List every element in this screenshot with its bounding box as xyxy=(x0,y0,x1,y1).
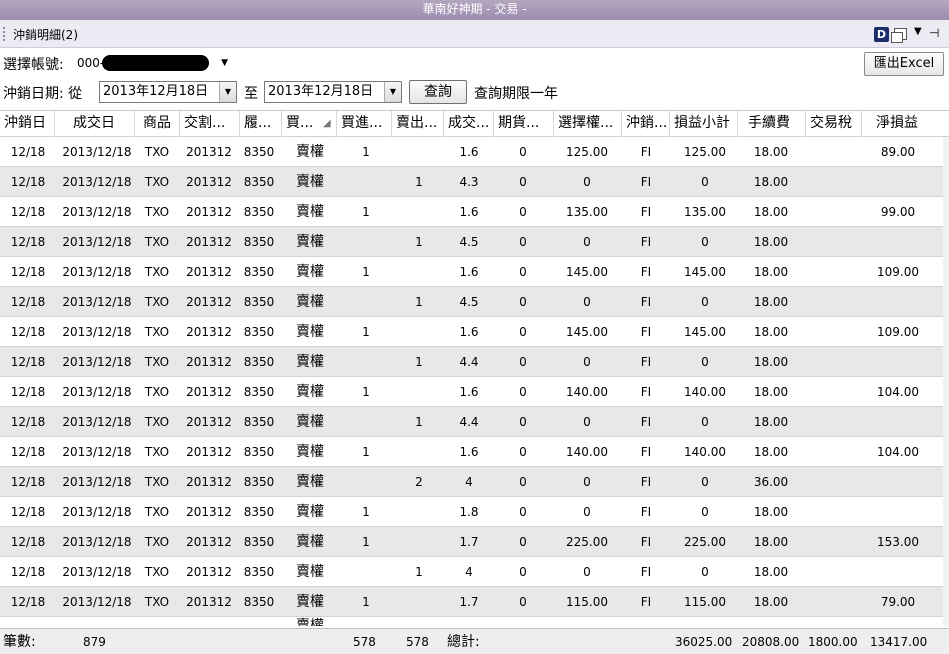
column-header[interactable]: 交易稅 xyxy=(806,111,862,137)
table-cell xyxy=(858,167,938,197)
panel-title: 沖銷明細(2) xyxy=(13,28,78,42)
query-limit-note: 查詢期限一年 xyxy=(474,86,558,102)
table-cell xyxy=(858,467,938,497)
account-select[interactable]: 000- ▼ xyxy=(74,53,230,73)
column-header[interactable]: 買... ◢ xyxy=(282,111,337,137)
window-title: 華南好神期 - 交易 - xyxy=(0,0,949,20)
app-logo-icon[interactable]: D xyxy=(874,27,889,42)
account-redaction xyxy=(102,55,209,71)
count-label: 筆數: xyxy=(3,634,36,650)
column-header[interactable]: 成交日 xyxy=(55,111,135,137)
summary-footer: 筆數: 879 578 578 總計: 36025.00 20808.00 18… xyxy=(0,628,949,654)
fee-total: 20808.00 xyxy=(742,635,800,649)
table-row[interactable]: 12/18 2013/12/18 TXO 201312 8350 賣權 1 4.5 0 0 FI 0 1… xyxy=(0,227,943,257)
date-from-value: 2013年12月18日 xyxy=(103,84,209,99)
column-header[interactable]: 選擇權... xyxy=(554,111,622,137)
table-row[interactable]: 12/18 2013/12/18 TXO 201312 8350 賣權 1 1.8 0 0 FI 0 1… xyxy=(0,497,943,527)
table-row[interactable]: 12/18 2013/12/18 TXO 201312 8350 賣權 1 1.7 0 115.0… xyxy=(0,587,943,617)
column-header[interactable]: 淨損益 xyxy=(862,111,949,137)
table-row-partial[interactable]: 賣權 xyxy=(0,617,943,626)
table-row[interactable]: 12/18 2013/12/18 TXO 201312 8350 賣權 1 1.6 0 140.0… xyxy=(0,377,943,407)
column-header[interactable]: 賣出... xyxy=(392,111,444,137)
calendar-dropdown-icon[interactable]: ▼ xyxy=(219,82,236,102)
table-cell xyxy=(858,287,938,317)
column-header-label: 買... xyxy=(286,115,314,131)
table-row[interactable]: 12/18 2013/12/18 TXO 201312 8350 賣權 1 4.5 0 0 FI 0 1… xyxy=(0,287,943,317)
table-cell xyxy=(858,347,938,377)
column-header[interactable]: 履... xyxy=(240,111,282,137)
table-cell: 79.00 xyxy=(880,595,916,609)
table-cell: 89.00 xyxy=(880,145,916,159)
table-cell xyxy=(858,227,938,257)
column-header[interactable]: 期貨... xyxy=(494,111,554,137)
table-cell xyxy=(858,497,938,527)
table-cell: 104.00 xyxy=(877,385,919,399)
table-header: 沖銷日 成交日 商品 交割... 履... 買... ◢ 買進... 賣出...… xyxy=(0,111,949,137)
column-header[interactable]: 成交... xyxy=(444,111,494,137)
sort-indicator-icon: ◢ xyxy=(323,118,331,129)
table-cell: 153.00 xyxy=(877,535,919,549)
panel-header: 沖銷明細(2) D ▼ ⊣ xyxy=(0,20,949,48)
table-cell xyxy=(858,557,938,587)
column-header[interactable]: 交割... xyxy=(180,111,240,137)
grip-icon[interactable] xyxy=(3,27,7,41)
sell-total: 578 xyxy=(406,635,429,649)
table-cell: 109.00 xyxy=(877,265,919,279)
account-value: 000- xyxy=(77,56,105,70)
date-from-picker[interactable]: 2013年12月18日 ▼ xyxy=(99,81,237,103)
chevron-down-icon[interactable]: ▼ xyxy=(221,53,228,73)
table-row[interactable]: 12/18 2013/12/18 TXO 201312 8350 賣權 1 1.7 0 225.0… xyxy=(0,527,943,557)
pnl-subtotal-total: 36025.00 xyxy=(675,635,733,649)
table-cell: 109.00 xyxy=(877,325,919,339)
table-row[interactable]: 12/18 2013/12/18 TXO 201312 8350 賣權 1 1.6 0 145.0… xyxy=(0,317,943,347)
column-header[interactable]: 商品 xyxy=(135,111,180,137)
export-excel-button[interactable]: 匯出Excel xyxy=(864,52,944,76)
dropdown-arrow-icon[interactable]: ▼ xyxy=(914,26,922,37)
date-to-picker[interactable]: 2013年12月18日 ▼ xyxy=(264,81,402,103)
column-header[interactable]: 買進... xyxy=(337,111,392,137)
calendar-dropdown-icon[interactable]: ▼ xyxy=(384,82,401,102)
total-label: 總計: xyxy=(447,634,480,650)
pin-icon[interactable]: ⊣ xyxy=(929,26,939,40)
table-row[interactable]: 12/18 2013/12/18 TXO 201312 8350 賣權 1 4.4 0 0 FI 0 1… xyxy=(0,347,943,377)
column-header[interactable]: 損益小計 xyxy=(670,111,738,137)
table-row[interactable]: 12/18 2013/12/18 TXO 201312 8350 賣權 1 4.4 0 0 FI 0 1… xyxy=(0,407,943,437)
date-label: 沖銷日期: 從 xyxy=(3,86,83,102)
tax-total: 1800.00 xyxy=(808,635,858,649)
table-cell xyxy=(858,407,938,437)
table-row[interactable]: 12/18 2013/12/18 TXO 201312 8350 賣權 1 1.6 0 140.0… xyxy=(0,437,943,467)
table-row[interactable]: 12/18 2013/12/18 TXO 201312 8350 賣權 1 1.6 0 145.0… xyxy=(0,257,943,287)
buy-total: 578 xyxy=(353,635,376,649)
settlement-table: 沖銷日 成交日 商品 交割... 履... 買... ◢ 買進... 賣出...… xyxy=(0,110,949,626)
table-cell: 99.00 xyxy=(880,205,916,219)
date-to-label: 至 xyxy=(244,86,258,102)
vertical-scrollbar[interactable] xyxy=(943,137,949,626)
account-label: 選擇帳號: xyxy=(3,57,64,73)
table-row[interactable]: 12/18 2013/12/18 TXO 201312 8350 賣權 1 1.6 0 125.0… xyxy=(0,137,943,167)
table-cell: 賣權 xyxy=(296,618,324,626)
column-header[interactable]: 手續費 xyxy=(738,111,806,137)
date-to-value: 2013年12月18日 xyxy=(268,84,374,99)
table-cell: 104.00 xyxy=(877,445,919,459)
column-header[interactable]: 沖銷日 xyxy=(0,111,55,137)
table-row[interactable]: 12/18 2013/12/18 TXO 201312 8350 賣權 1 4.3 0 0 FI 0 1… xyxy=(0,167,943,197)
query-button[interactable]: 查詢 xyxy=(409,80,467,104)
table-row[interactable]: 12/18 2013/12/18 TXO 201312 8350 賣權 1 4 0 0 FI 0 18.… xyxy=(0,557,943,587)
table-row[interactable]: 12/18 2013/12/18 TXO 201312 8350 賣權 2 4 0 0 FI 0 36.… xyxy=(0,467,943,497)
row-count: 879 xyxy=(83,635,106,649)
table-row[interactable]: 12/18 2013/12/18 TXO 201312 8350 賣權 1 1.6 0 135.0… xyxy=(0,197,943,227)
column-header[interactable]: 沖銷... xyxy=(622,111,670,137)
window-icon[interactable] xyxy=(891,28,907,43)
net-pnl-total: 13417.00 xyxy=(870,635,928,649)
